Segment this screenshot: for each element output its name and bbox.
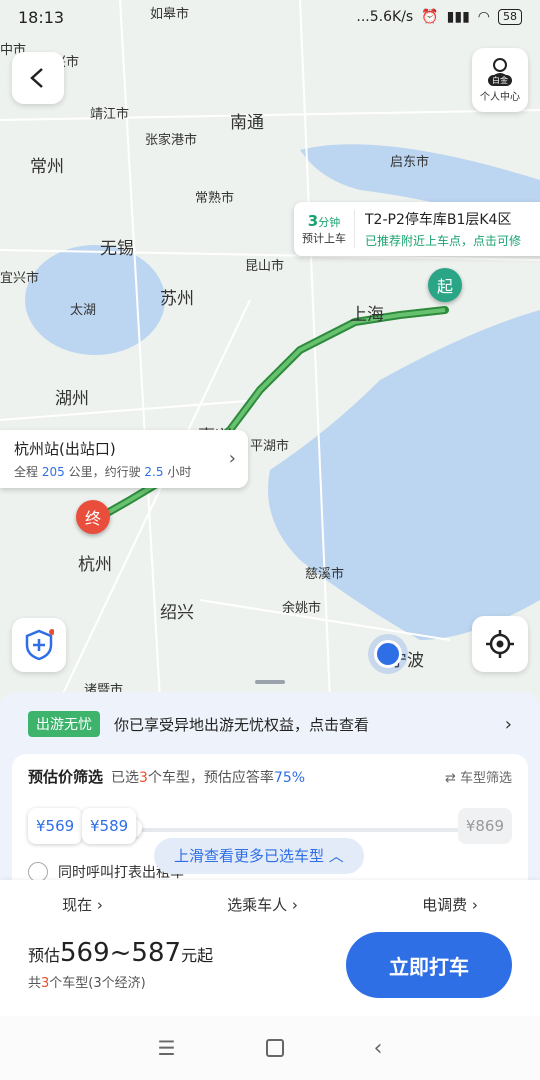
price-max-pill[interactable]: ¥869 [457,808,512,844]
back-button[interactable] [12,52,64,104]
map-taihu [25,245,165,355]
map-label: 上海 [350,305,384,324]
end-marker[interactable]: 终 [76,500,110,534]
pickup-eta: 3分钟 预计上车 [294,210,355,248]
bottom-sheet[interactable]: 出游无忧 你已享受异地出游无忧权益，点击查看 › 预估价筛选 已选3个车型，预估… [0,692,540,894]
trip-suffix: 小时 [167,465,192,479]
status-bar: 18:13 ...5.6K/s ⏰ ▮▮▮ ◠ 58 [0,0,540,34]
chevron-right-icon: › [228,448,236,469]
passenger-option[interactable]: 选乘车人 › [227,894,298,915]
price-suffix: 元起 [181,946,214,965]
price-estimate: 预估569~587元起 共3个车型(3个经济) [28,938,213,991]
map-canvas[interactable]: 如皋市中市泰兴市靖江市南通张家港市常州常熟市启东市无锡宜兴市昆山市苏州太湖上海湖… [0,0,540,700]
order-bar: 现在 › 选乘车人 › 电调费 › 预估569~587元起 共3个车型(3个经济… [0,880,540,1016]
filter-rate: 75% [273,769,306,786]
pickup-minutes: 3 [307,212,319,230]
safety-button[interactable] [12,618,66,672]
promo-tag: 出游无忧 [28,711,100,737]
map-label: 杭州 [78,555,112,574]
network-speed: ...5.6K/s [356,9,414,25]
promo-banner[interactable]: 出游无忧 你已享受异地出游无忧权益，点击查看 › [28,704,512,744]
filter-desc-prefix: 已选 [111,769,140,786]
current-location-dot [374,640,402,668]
alarm-icon: ⏰ [421,9,439,25]
chevron-right-icon: › [504,713,512,735]
personal-center-label: 个人中心 [480,92,520,103]
filter-desc-mid: 个车型，预估应答率 [147,769,274,786]
end-marker-label: 终 [84,509,101,528]
map-label: 靖江市 [90,106,129,121]
map-label: 昆山市 [245,258,284,273]
filter-desc: 已选3个车型，预估应答率75% [111,767,305,787]
start-marker-label: 起 [436,277,453,296]
pickup-location: T2-P2停车库B1层K4区 [365,212,512,228]
filter-count: 3 [139,769,148,786]
signal-icon: ▮▮▮ [446,9,470,25]
price-filter-card: 预估价筛选 已选3个车型，预估应答率75% ⇄ 车型筛选 ¥569 ¥589 ¥… [12,754,528,894]
time-option-label: 现在 [62,896,93,914]
map-label: 绍兴 [160,603,194,622]
checkbox[interactable] [28,862,48,882]
map-label: 湖州 [55,389,89,408]
dispatch-fee-label: 电调费 [422,896,468,914]
trip-summary: 全程 205 公里，约行驶 2.5 小时 [14,463,234,480]
locate-icon [486,630,514,658]
pickup-eta-label: 预计上车 [302,232,346,245]
personal-center-button[interactable]: 白金 个人中心 [472,48,528,112]
map-label: 常州 [30,157,64,176]
pickup-hint: 已推荐附近上车点，点击可修 [365,234,522,248]
call-taxi-button[interactable]: 立即打车 [346,932,512,998]
price-prefix: 预估 [28,946,61,965]
chevron-up-icon: ︿ [328,847,344,865]
locate-button[interactable] [472,616,528,672]
destination-card[interactable]: 杭州站(出站口) 全程 205 公里，约行驶 2.5 小时 › [0,430,248,488]
map-label: 太湖 [70,302,96,317]
map-label: 常熟市 [195,190,234,205]
car-type-filter-label: 车型筛选 [459,771,512,786]
map-view[interactable]: 如皋市中市泰兴市靖江市南通张家港市常州常熟市启东市无锡宜兴市昆山市苏州太湖上海湖… [0,0,540,700]
price-range: 569~587 [60,938,182,968]
map-label: 余姚市 [282,600,321,615]
trip-prefix: 全程 [14,465,39,479]
back-arrow-icon [30,68,43,88]
more-car-types-button[interactable]: 上滑查看更多已选车型 ︿ [154,838,364,874]
status-time: 18:13 [18,7,65,27]
map-label: 苏州 [160,289,194,308]
map-label: 无锡 [100,239,134,258]
passenger-option-label: 选乘车人 [227,896,288,914]
map-label: 宜兴市 [0,270,39,285]
system-nav-bar: ☰ ‹ [0,1016,540,1080]
trip-mid: 公里，约行驶 [68,465,141,479]
shield-icon [25,629,54,661]
destination-name: 杭州站(出站口) [14,440,116,458]
map-label: 平湖市 [250,438,289,453]
map-label: 慈溪市 [305,566,344,581]
battery-indicator: 58 [498,9,522,25]
trip-hours: 2.5 [144,465,164,479]
time-option[interactable]: 现在 › [62,894,103,915]
membership-badge: 白金 [488,75,512,86]
pickup-minutes-unit: 分钟 [318,216,341,229]
price-sub-prefix: 共 [28,976,42,991]
menu-icon[interactable]: ☰ [158,1036,176,1060]
start-marker[interactable]: 起 [428,268,462,302]
price-current-pill[interactable]: ¥589 [82,808,137,844]
map-label: 启东市 [390,154,429,169]
car-type-filter-button[interactable]: ⇄ 车型筛选 [445,767,512,786]
more-car-types-label: 上滑查看更多已选车型 [174,847,325,865]
drag-handle[interactable] [255,680,285,684]
map-label: 南通 [230,113,264,132]
home-icon[interactable] [265,1039,284,1057]
promo-text: 你已享受异地出游无忧权益，点击查看 [114,715,370,734]
map-label: 张家港市 [145,132,197,147]
pickup-point-card[interactable]: 3分钟 预计上车 T2-P2停车库B1层K4区 已推荐附近上车点，点击可修 [294,202,540,256]
price-min-pill[interactable]: ¥569 [28,808,83,844]
wifi-icon: ◠ [477,9,490,25]
price-sub-suffix: 个车型(3个经济) [49,976,146,991]
back-nav-icon[interactable]: ‹ [374,1036,383,1061]
dispatch-fee-option[interactable]: 电调费 › [422,894,478,915]
filter-title: 预估价筛选 [28,768,104,786]
trip-distance: 205 [41,465,65,479]
